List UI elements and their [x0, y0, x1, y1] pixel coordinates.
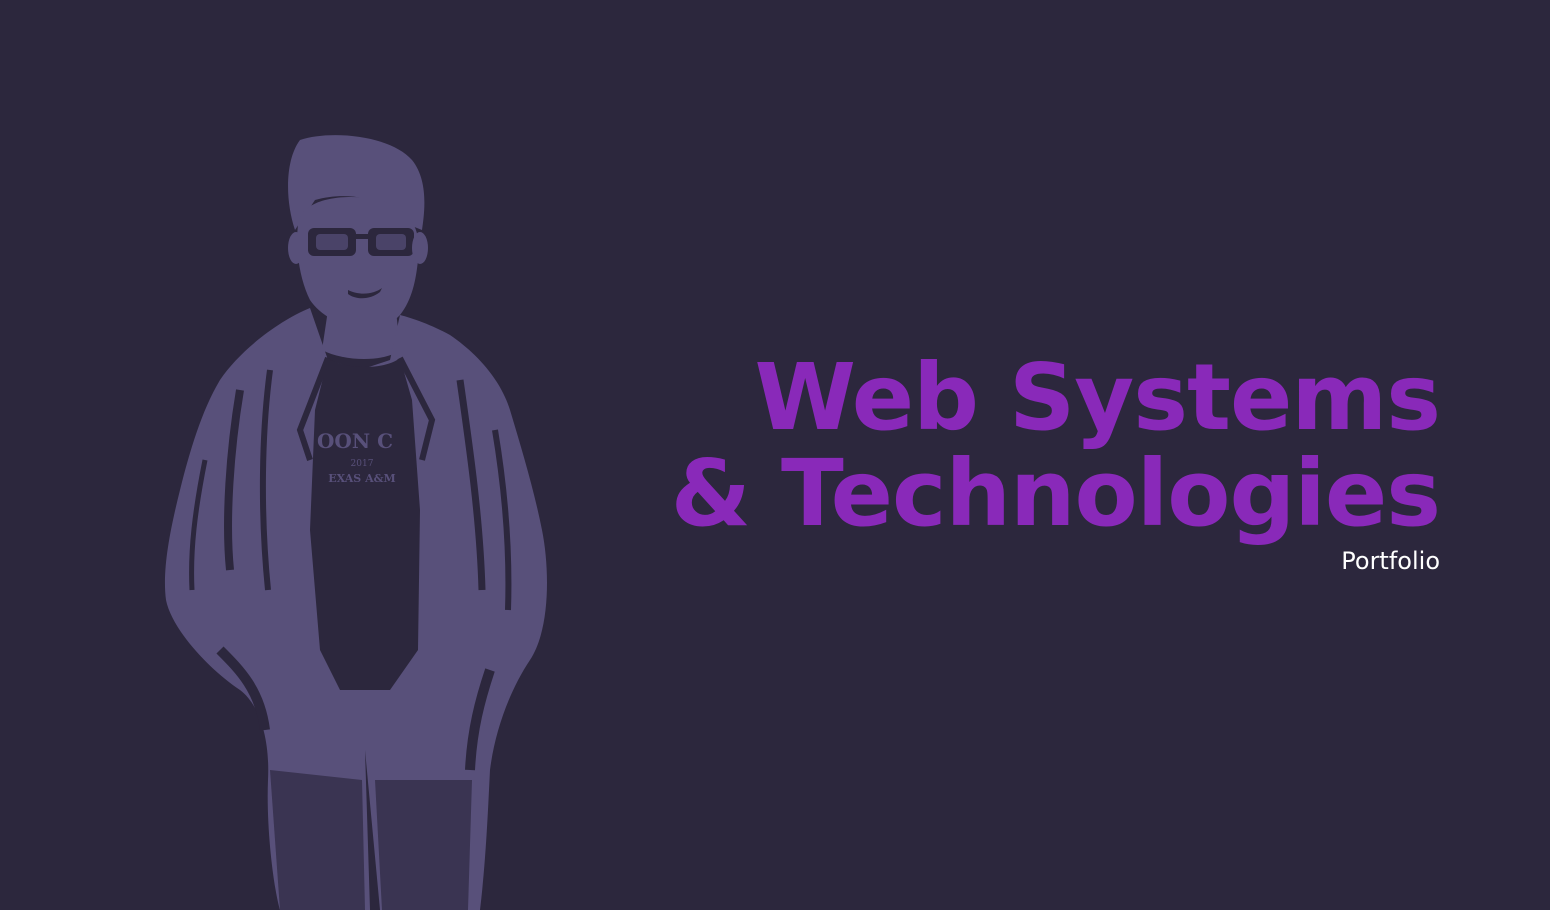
- shirt-print-line2: 2017: [351, 459, 374, 469]
- person-portrait-icon: OON C 2017 EXAS A&M: [164, 135, 547, 910]
- shirt-print-line3: EXAS A&M: [328, 472, 395, 485]
- portrait-face: [297, 197, 419, 329]
- page-subtitle: Portfolio: [1341, 547, 1440, 575]
- shirt-print-line1: OON C: [317, 429, 393, 453]
- page-title-line-2: & Technologies: [670, 440, 1441, 547]
- page-title-line-1: Web Systems: [754, 344, 1441, 451]
- portrait-shirt: [310, 358, 420, 690]
- portrait-neck: [322, 310, 400, 359]
- hero-text-block: Web Systems & Technologies Portfolio: [670, 344, 1441, 576]
- hero-page: OON C 2017 EXAS A&M Web Systems & Techno…: [0, 0, 1550, 910]
- portrait-trousers: [270, 770, 365, 910]
